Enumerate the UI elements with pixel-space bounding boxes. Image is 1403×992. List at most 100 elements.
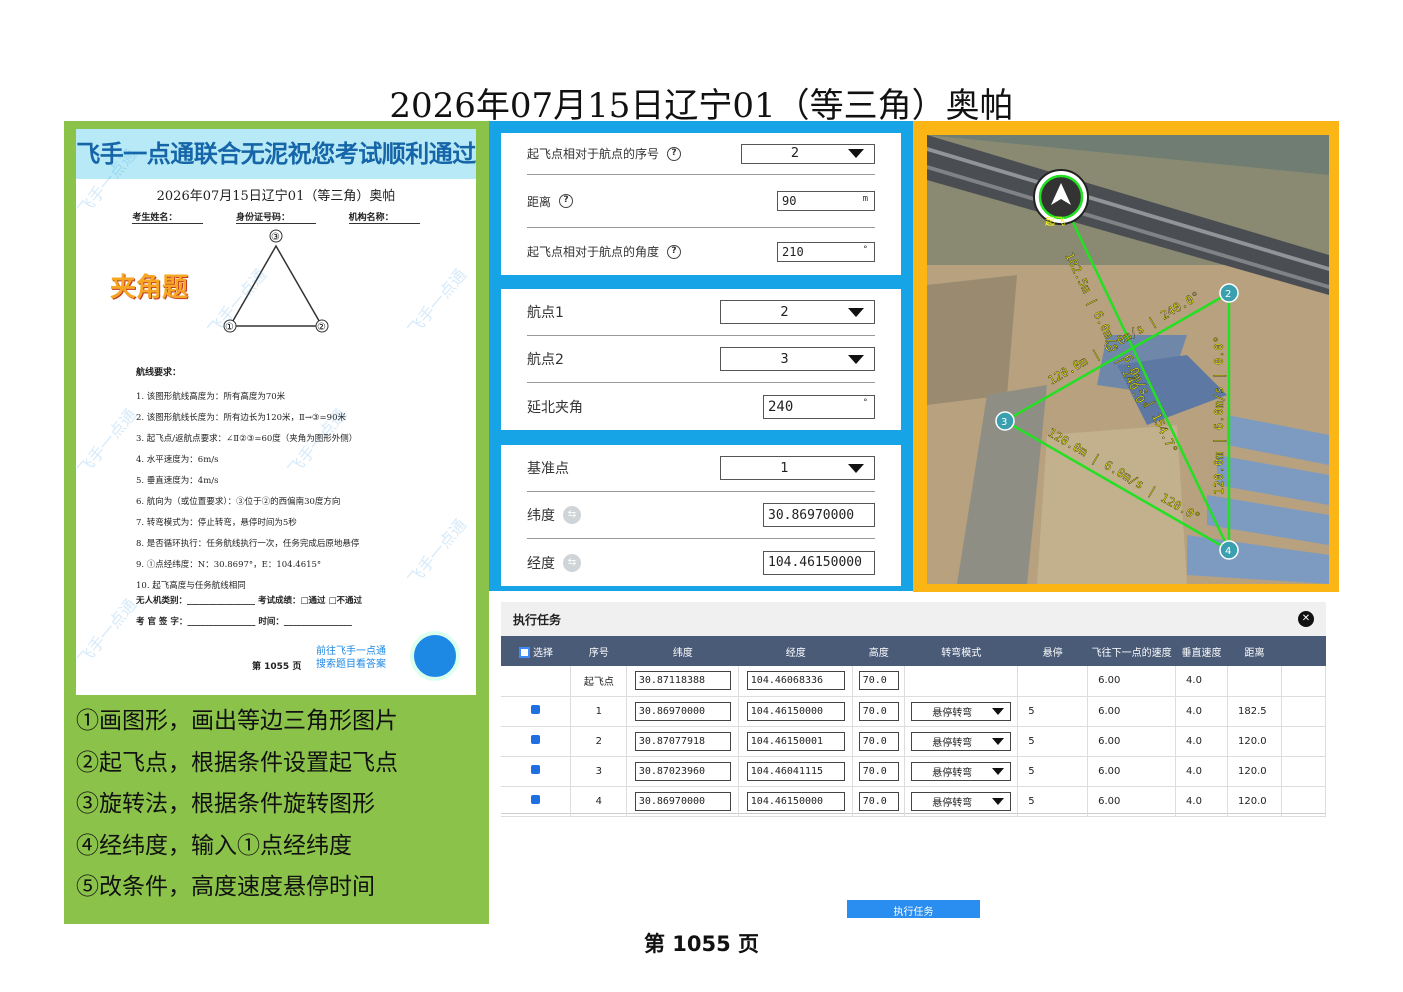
takeoff-card: 起飞点相对于航点的序号? 2 距离? 90 m 起飞点相对于航点的角度? 210 ° xyxy=(501,133,901,275)
turn-mode-dropdown[interactable]: 悬停转弯 xyxy=(911,761,1012,781)
select-all-checkbox[interactable] xyxy=(518,647,530,658)
col-header: 悬停 xyxy=(1017,636,1088,666)
wp1-label: 航点1 xyxy=(527,305,564,321)
step-item: ①画图形，画出等边三角形图片 xyxy=(76,708,398,734)
seq-cell: 3 xyxy=(570,756,628,787)
vspeed-cell: 4.0 xyxy=(1175,786,1228,817)
satellite-map[interactable]: 182.5m | 6.0m/s | 240.0° 120.0m | 6.0m/s… xyxy=(927,135,1329,584)
col-header: 序号 xyxy=(570,636,627,666)
lat-input[interactable]: 30.87118388 xyxy=(634,671,731,691)
alt-input[interactable]: 70.0 xyxy=(858,791,899,811)
help-icon[interactable]: ? xyxy=(667,146,682,161)
takeoff-label: 起飞 xyxy=(1045,216,1065,228)
qr-caption-line: 前往飞手一点通 xyxy=(316,646,386,657)
lat-input[interactable]: 30.87077918 xyxy=(634,731,731,751)
base-point-label: 基准点 xyxy=(527,461,569,477)
alt-input[interactable]: 70.0 xyxy=(858,671,899,691)
sign-line: 考 官 签 字：________________ 时间：____________… xyxy=(136,617,352,627)
steps-list: ①画图形，画出等边三角形图片 ②起飞点，根据条件设置起飞点 ③旋转法，根据条件旋… xyxy=(76,701,398,909)
alt-input[interactable]: 70.0 xyxy=(858,701,899,721)
alt-input[interactable]: 70.0 xyxy=(858,761,899,781)
row-checkbox[interactable] xyxy=(531,795,541,804)
wp2-row: 航点2 3 xyxy=(527,336,875,383)
table-header-row: 选择 序号 纬度 经度 高度 转弯模式 悬停 飞往下一点的速度 垂直速度 距离 xyxy=(501,636,1326,666)
table-row: 1 30.86970000 104.46150000 70.0 悬停转弯 5 6… xyxy=(501,696,1327,727)
latitude-input[interactable]: 30.86970000 xyxy=(763,503,875,527)
settings-panel: 起飞点相对于航点的序号? 2 距离? 90 m 起飞点相对于航点的角度? 210 °… xyxy=(489,121,913,591)
close-icon[interactable]: ✕ xyxy=(1298,611,1314,627)
hover-cell: 5 xyxy=(1017,756,1089,787)
step-item: ②起飞点，根据条件设置起飞点 xyxy=(76,749,398,776)
angle-input[interactable]: 210 ° xyxy=(777,241,875,262)
help-icon[interactable]: ? xyxy=(559,194,574,208)
requirement-item: 6. 航向为（或位置要求）：③位于②的西偏南30度方向 xyxy=(136,497,341,507)
location-icon[interactable]: ⇆ xyxy=(563,553,581,572)
requirement-item: 5. 垂直速度为：4m/s xyxy=(136,476,219,486)
vspeed-cell: 4.0 xyxy=(1175,726,1228,757)
col-header: 飞往下一点的速度 xyxy=(1087,636,1176,666)
map-canvas: 182.5m | 6.0m/s | 240.0° 120.0m | 6.0m/s… xyxy=(927,135,1329,584)
watermark: 飞手一点通 xyxy=(76,595,141,669)
turn-mode-dropdown[interactable]: 悬停转弯 xyxy=(911,791,1012,811)
location-icon[interactable]: ⇆ xyxy=(563,506,581,524)
col-select[interactable]: 选择 xyxy=(501,636,571,666)
vspeed-cell: 4.0 xyxy=(1175,666,1228,697)
page-title: 2026年07月15日辽宁01（等三角）奥帕 xyxy=(389,86,1014,126)
latitude-label: 纬度 ⇆ xyxy=(527,505,581,525)
row-checkbox[interactable] xyxy=(531,765,541,774)
lat-input[interactable]: 30.86970000 xyxy=(634,791,731,811)
speed-cell: 6.00 xyxy=(1087,666,1177,697)
angle-label: 起飞点相对于航点的角度? xyxy=(527,243,682,260)
chevron-down-icon xyxy=(848,354,864,364)
wp1-dropdown[interactable]: 2 xyxy=(720,300,875,324)
qr-caption: 前往飞手一点通 搜索题目看答案 xyxy=(316,645,386,671)
turn-mode-dropdown[interactable]: 悬停转弯 xyxy=(911,731,1012,751)
lat-input[interactable]: 30.86970000 xyxy=(634,701,731,721)
col-header: 纬度 xyxy=(626,636,739,666)
lon-input[interactable]: 104.46150001 xyxy=(746,731,845,751)
longitude-input[interactable]: 104.46150000 xyxy=(763,550,875,575)
wp2-dropdown[interactable]: 3 xyxy=(720,347,875,371)
dist-cell: 120.0 xyxy=(1227,786,1282,817)
table-row: 4 30.86970000 104.46150000 70.0 悬停转弯 5 6… xyxy=(501,786,1327,817)
help-icon[interactable]: ? xyxy=(667,244,682,259)
table-row: 起飞点 30.87118388 104.46068336 70.0 6.00 4… xyxy=(501,666,1327,697)
seq-cell: 2 xyxy=(570,726,628,757)
north-angle-input[interactable]: 240 ° xyxy=(763,394,875,419)
qr-code-icon xyxy=(410,631,460,681)
longitude-row: 经度 ⇆ 104.46150000 xyxy=(527,539,875,586)
lon-input[interactable]: 104.46068336 xyxy=(746,671,845,691)
base-point-dropdown[interactable]: 1 xyxy=(720,456,875,480)
step-item: ⑤改条件，高度速度悬停时间 xyxy=(76,874,375,900)
turn-mode-dropdown[interactable]: 悬停转弯 xyxy=(911,701,1012,721)
edge-label: 120.0m | 6.0m/s | 0.0° xyxy=(1212,336,1226,495)
qr-caption-line: 搜索题目看答案 xyxy=(316,659,386,670)
sheet-page-number: 第 1055 页 xyxy=(252,662,302,672)
lat-input[interactable]: 30.87023960 xyxy=(634,761,731,781)
row-checkbox[interactable] xyxy=(531,705,541,714)
vspeed-cell: 4.0 xyxy=(1175,756,1228,787)
distance-row: 距离? 90 m xyxy=(527,175,875,228)
alt-input[interactable]: 70.0 xyxy=(858,731,899,751)
north-angle-label: 延北夹角 xyxy=(527,399,583,416)
hover-cell: 5 xyxy=(1017,696,1089,727)
row-checkbox[interactable] xyxy=(531,735,541,744)
seq-cell: 起飞点 xyxy=(570,666,628,697)
table-row: 2 30.87077918 104.46150001 70.0 悬停转弯 5 6… xyxy=(501,726,1327,757)
col-header: 经度 xyxy=(738,636,853,666)
latitude-row: 纬度 ⇆ 30.86970000 xyxy=(527,492,875,539)
distance-input[interactable]: 90 m xyxy=(777,191,875,211)
north-angle-row: 延北夹角 240 ° xyxy=(527,383,875,430)
lon-input[interactable]: 104.46150000 xyxy=(746,791,845,811)
exam-sheet-image: 飞手一点通联合无泥祝您考试顺利通过 2026年07月15日辽宁01（等三角）奥帕… xyxy=(76,129,476,695)
chevron-down-icon xyxy=(848,149,864,158)
takeoff-seq-dropdown[interactable]: 2 xyxy=(741,143,875,164)
chevron-down-icon xyxy=(992,707,1005,715)
requirement-item: 8. 是否循环执行：任务航线执行一次，任务完成后原地悬停 xyxy=(136,539,360,549)
unit-label: m xyxy=(862,194,868,204)
requirement-item: 1. 该图形航线高度为：所有高度为70米 xyxy=(136,392,286,402)
lon-input[interactable]: 104.46150000 xyxy=(746,701,845,721)
longitude-label: 经度 ⇆ xyxy=(527,553,581,573)
lon-input[interactable]: 104.46041115 xyxy=(746,761,845,781)
execute-task-button[interactable]: 执行任务 xyxy=(847,900,980,918)
